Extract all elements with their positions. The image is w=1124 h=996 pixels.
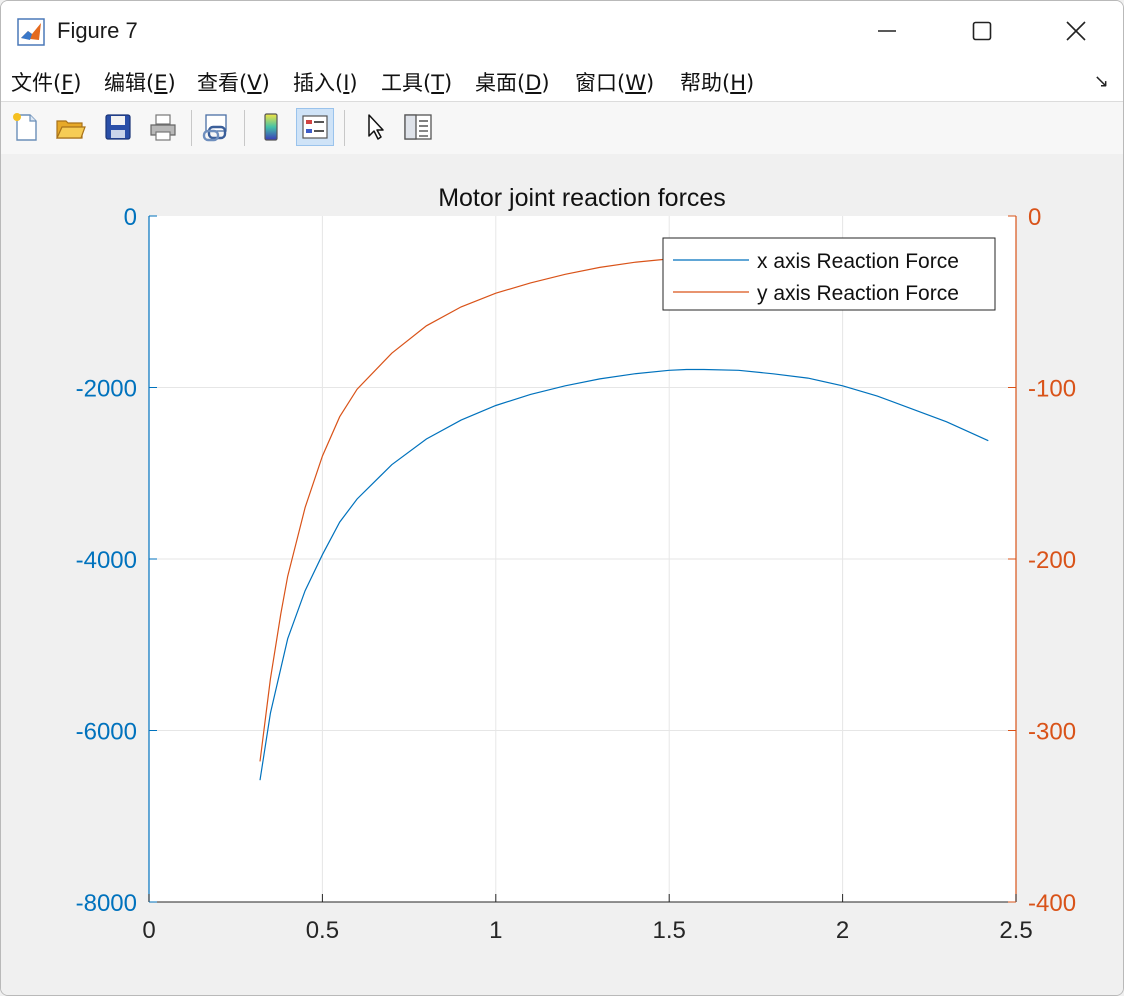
figure-canvas: 0 0.5 1 1.5 2 2.5 0 -2000 -4000 -6000 -8000 0 -100 -2…: [1, 154, 1123, 995]
print-icon: [150, 114, 176, 141]
figure-window: Figure 7 文件(F) 编辑(E) 查看(V) 插入(I) 工具(T) 桌…: [0, 0, 1124, 996]
left-y-tick-label: -8000: [76, 890, 137, 917]
property-inspector-button[interactable]: [399, 108, 437, 146]
x-tick-label: 0.5: [306, 917, 339, 944]
minimize-button[interactable]: [864, 11, 910, 51]
menu-file[interactable]: 文件(F): [11, 67, 82, 97]
x-tick-label: 2.5: [999, 917, 1032, 944]
chart[interactable]: 0 0.5 1 1.5 2 2.50-2000-4000-6000-80000-100-2…: [1, 154, 1123, 995]
insert-legend-button[interactable]: [296, 108, 334, 146]
print-button[interactable]: [144, 108, 182, 146]
chart-title: Motor joint reaction forces: [438, 184, 726, 212]
x-tick-label: 1: [489, 917, 502, 944]
toolbar-separator: [244, 110, 245, 146]
left-y-tick-label: 0: [124, 204, 137, 231]
legend-entry-label: y axis Reaction Force: [757, 282, 959, 305]
toolbar: [1, 101, 1123, 155]
minimize-icon: [878, 30, 896, 32]
right-y-tick-label: -100: [1028, 376, 1076, 403]
property-inspector-icon: [404, 114, 432, 140]
open-file-button[interactable]: [51, 108, 89, 146]
close-button[interactable]: [1053, 11, 1099, 51]
open-file-icon: [56, 120, 86, 139]
save-button[interactable]: [99, 108, 137, 146]
right-y-tick-label: -400: [1028, 890, 1076, 917]
left-y-tick-label: -6000: [76, 719, 137, 746]
menu-help[interactable]: 帮助(H): [680, 67, 754, 97]
menu-window[interactable]: 窗口(W): [575, 67, 654, 97]
menu-view[interactable]: 查看(V): [197, 67, 270, 97]
menu-insert[interactable]: 插入(I): [293, 67, 358, 97]
legend-entry-label: x axis Reaction Force: [757, 250, 959, 273]
right-y-tick-label: -300: [1028, 719, 1076, 746]
menu-desktop[interactable]: 桌面(D): [475, 67, 550, 97]
new-figure-button[interactable]: [7, 108, 45, 146]
menu-bar: 文件(F) 编辑(E) 查看(V) 插入(I) 工具(T) 桌面(D) 窗口(W…: [1, 61, 1123, 101]
left-y-tick-label: -2000: [76, 376, 137, 403]
edit-plot-button[interactable]: [356, 108, 394, 146]
new-figure-icon: [13, 113, 37, 141]
menu-tools[interactable]: 工具(T): [381, 67, 452, 97]
save-icon: [105, 114, 131, 140]
menu-edit[interactable]: 编辑(E): [104, 67, 176, 97]
toolbar-separator: [344, 110, 345, 146]
maximize-icon: [972, 21, 992, 41]
maximize-button[interactable]: [959, 11, 1005, 51]
insert-colorbar-button[interactable]: [252, 108, 290, 146]
toolbar-separator: [191, 110, 192, 146]
right-y-tick-label: 0: [1028, 204, 1041, 231]
dock-arrow-icon[interactable]: ↘: [1094, 71, 1109, 92]
close-icon: [1066, 21, 1086, 41]
legend-icon: [302, 115, 328, 139]
window-title: Figure 7: [57, 18, 138, 43]
left-y-tick-label: -4000: [76, 547, 137, 574]
right-y-tick-label: -200: [1028, 547, 1076, 574]
link-plot-icon: [202, 114, 227, 142]
colorbar-icon: [264, 113, 278, 141]
x-tick-label: 2: [836, 917, 849, 944]
x-tick-label: 0: [142, 917, 155, 944]
title-bar: Figure 7: [1, 1, 1123, 61]
link-plot-button[interactable]: [197, 108, 235, 146]
pointer-icon: [368, 114, 384, 140]
matlab-icon: [17, 18, 45, 46]
x-tick-label: 1.5: [653, 917, 686, 944]
